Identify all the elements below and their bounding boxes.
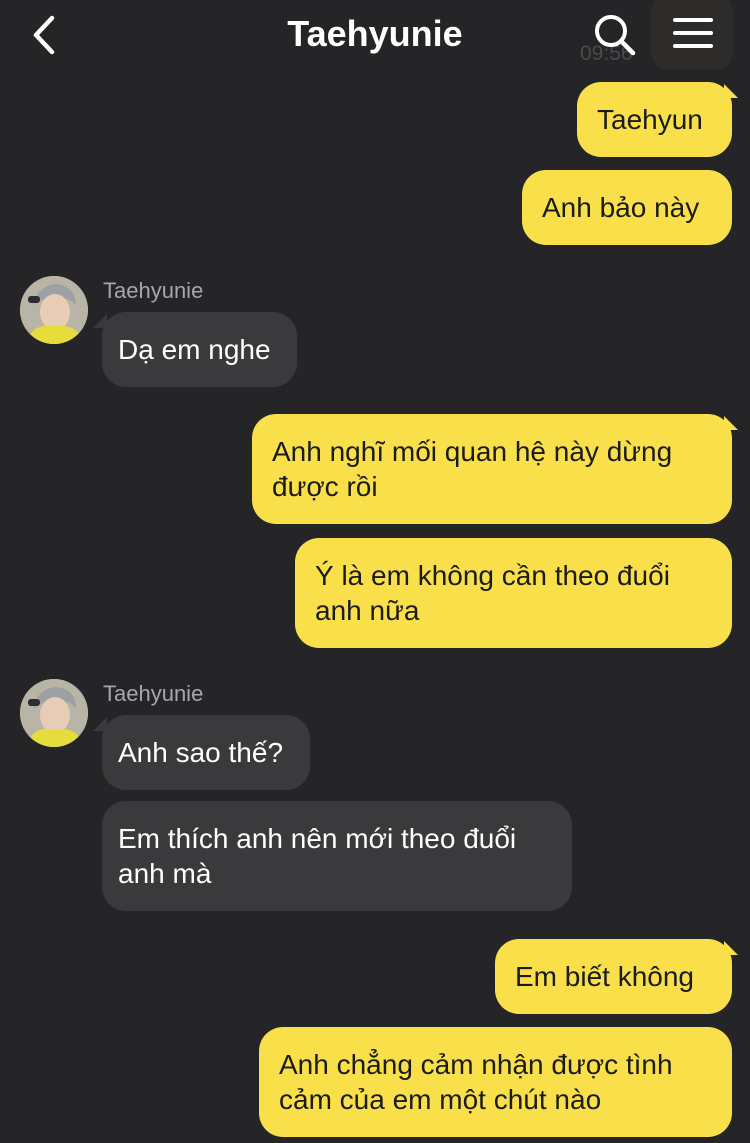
avatar-photo [20,679,88,747]
message-text: Em thích anh nên mới theo đuổi [118,823,517,854]
bubble-tail [724,84,738,98]
my-message-bubble[interactable]: Anh bảo này [522,170,732,245]
bubble-tail [93,314,107,328]
search-button[interactable] [592,12,638,58]
message-text: Anh nghĩ mối quan hệ này dừng [272,436,673,467]
my-message-bubble[interactable]: Ý là em không cần theo đuổi anh nữa [295,538,732,648]
message-text: Em biết không [515,961,694,992]
message-text: Anh bảo này [542,192,700,223]
sender-name: Taehyunie [103,278,204,303]
message-text: Dạ em nghe [118,334,271,365]
my-message-bubble[interactable]: Anh chẳng cảm nhận được tình cảm của em … [259,1027,732,1137]
their-message-bubble[interactable]: Dạ em nghe [102,312,297,387]
search-icon [595,15,636,56]
message-text: Ý là em không cần theo đuổi [315,560,670,591]
message-text: Anh sao thế? [118,737,284,768]
message-text: được rồi [272,471,378,502]
bubble-tail [724,416,738,430]
message-text: anh mà [118,858,212,889]
sender-name: Taehyunie [103,681,204,706]
my-message-bubble[interactable]: Taehyun [577,82,732,157]
their-message-bubble[interactable]: Anh sao thế? [102,715,310,790]
message-text: Taehyun [597,104,703,135]
their-message-bubble[interactable]: Em thích anh nên mới theo đuổi anh mà [102,801,572,911]
bubble-tail [93,717,107,731]
avatar[interactable] [20,679,88,747]
menu-button[interactable] [651,0,733,70]
my-message-bubble[interactable]: Em biết không [495,939,732,1014]
back-button[interactable] [30,14,64,56]
bubble-tail [724,941,738,955]
avatar-photo [20,276,88,344]
message-text: anh nữa [315,595,420,626]
chat-header: 09:56 Taehyunie [0,0,750,70]
avatar[interactable] [20,276,88,344]
message-text: Anh chẳng cảm nhận được tình [279,1049,673,1080]
chevron-left-icon [33,15,55,55]
my-message-bubble[interactable]: Anh nghĩ mối quan hệ này dừng được rồi [252,414,732,524]
message-text: cảm của em một chút nào [279,1084,602,1115]
